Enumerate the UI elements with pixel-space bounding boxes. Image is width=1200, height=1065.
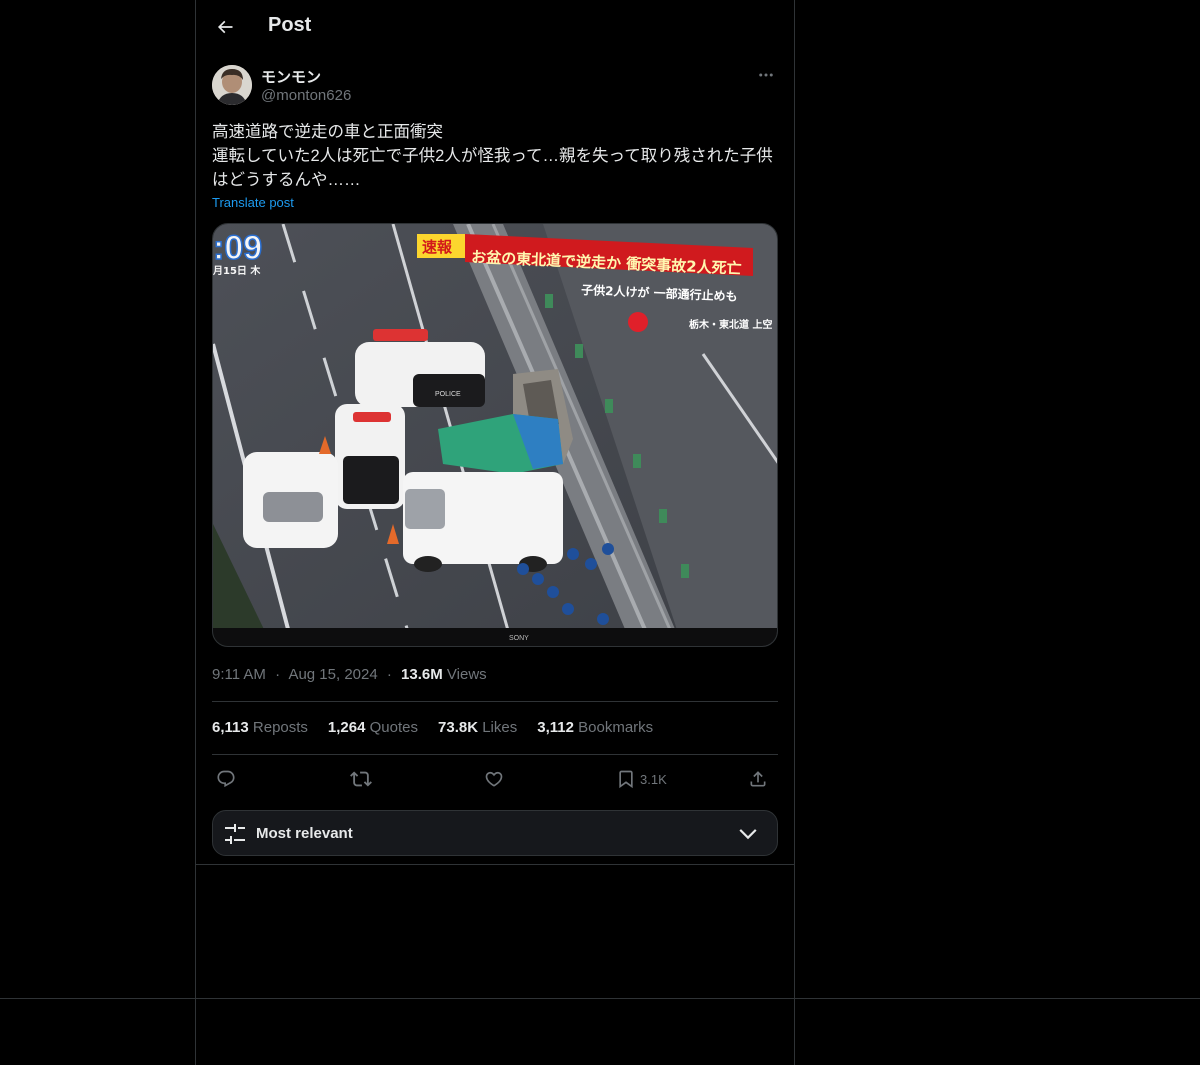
back-button[interactable] xyxy=(207,9,243,45)
location-caption: 栃木・東北道 上空 xyxy=(689,318,772,331)
post-media[interactable]: SONY :09 月15日 木 速報 お盆の東北道で逆走か 衝突事故2人死亡 子… xyxy=(212,223,778,647)
main-column: Post モンモン @monton626 高速道路で逆走の車と正面衝突 運転して… xyxy=(195,0,795,1065)
likes-stat[interactable]: 73.8K Likes xyxy=(438,719,517,736)
news-broadcast-photo: SONY :09 月15日 木 速報 お盆の東北道で逆走か 衝突事故2人死亡 子… xyxy=(213,224,777,646)
avatar[interactable] xyxy=(212,65,252,105)
chevron-down-icon xyxy=(739,829,757,840)
bottom-divider xyxy=(0,998,1200,999)
post-header: Post xyxy=(196,0,794,54)
repost-button[interactable] xyxy=(350,764,372,794)
bookmark-count: 3.1K xyxy=(640,771,667,787)
repost-icon xyxy=(350,771,372,787)
author-row: モンモン @monton626 xyxy=(212,65,778,107)
bookmark-button[interactable]: 3.1K xyxy=(616,764,667,794)
like-button[interactable] xyxy=(484,764,504,794)
breaking-tag: 速報 xyxy=(422,238,453,256)
tv-brand-label: SONY xyxy=(509,635,529,642)
overlay-time: :09 xyxy=(213,229,262,267)
bookmark-icon xyxy=(619,770,633,789)
arrow-left-icon xyxy=(217,20,233,34)
translate-post-link[interactable]: Translate post xyxy=(212,195,294,210)
sort-label: Most relevant xyxy=(256,825,353,842)
display-name[interactable]: モンモン xyxy=(261,66,321,87)
divider xyxy=(196,864,794,865)
meta-separator: · xyxy=(275,666,281,683)
share-button[interactable] xyxy=(748,764,768,794)
post-time[interactable]: 9:11 AM xyxy=(212,666,266,683)
quotes-stat[interactable]: 1,264 Quotes xyxy=(328,719,418,736)
page-title: Post xyxy=(268,14,312,36)
post-text: 高速道路で逆走の車と正面衝突 運転していた2人は死亡で子供2人が怪我って…親を失… xyxy=(212,123,773,189)
more-horizontal-icon xyxy=(759,73,773,77)
share-icon xyxy=(750,771,766,787)
bookmarks-stat[interactable]: 3,112 Bookmarks xyxy=(537,719,653,736)
views-label: Views xyxy=(446,666,487,683)
reply-button[interactable] xyxy=(216,764,236,794)
overlay-date: 月15日 木 xyxy=(213,264,261,277)
post-meta: 9:11 AM · Aug 15, 2024 · 13.6M Views xyxy=(212,666,487,683)
sliders-icon xyxy=(225,824,245,844)
divider xyxy=(212,754,778,755)
views-count: 13.6M xyxy=(401,666,443,683)
post-date[interactable]: Aug 15, 2024 xyxy=(288,666,377,683)
more-options-button[interactable] xyxy=(754,63,778,87)
engagement-stats: 6,113 Reposts 1,264 Quotes 73.8K Likes 3… xyxy=(212,719,653,736)
reply-icon xyxy=(217,770,235,788)
meta-separator: · xyxy=(386,666,392,683)
reposts-stat[interactable]: 6,113 Reposts xyxy=(212,719,308,736)
heart-icon xyxy=(485,771,503,787)
action-bar: 3.1K xyxy=(212,764,778,794)
avatar-image xyxy=(212,65,252,105)
police-label: POLICE xyxy=(435,391,461,398)
divider xyxy=(212,701,778,702)
reply-sort-dropdown[interactable]: Most relevant xyxy=(212,810,778,856)
author-handle[interactable]: @monton626 xyxy=(261,87,351,104)
